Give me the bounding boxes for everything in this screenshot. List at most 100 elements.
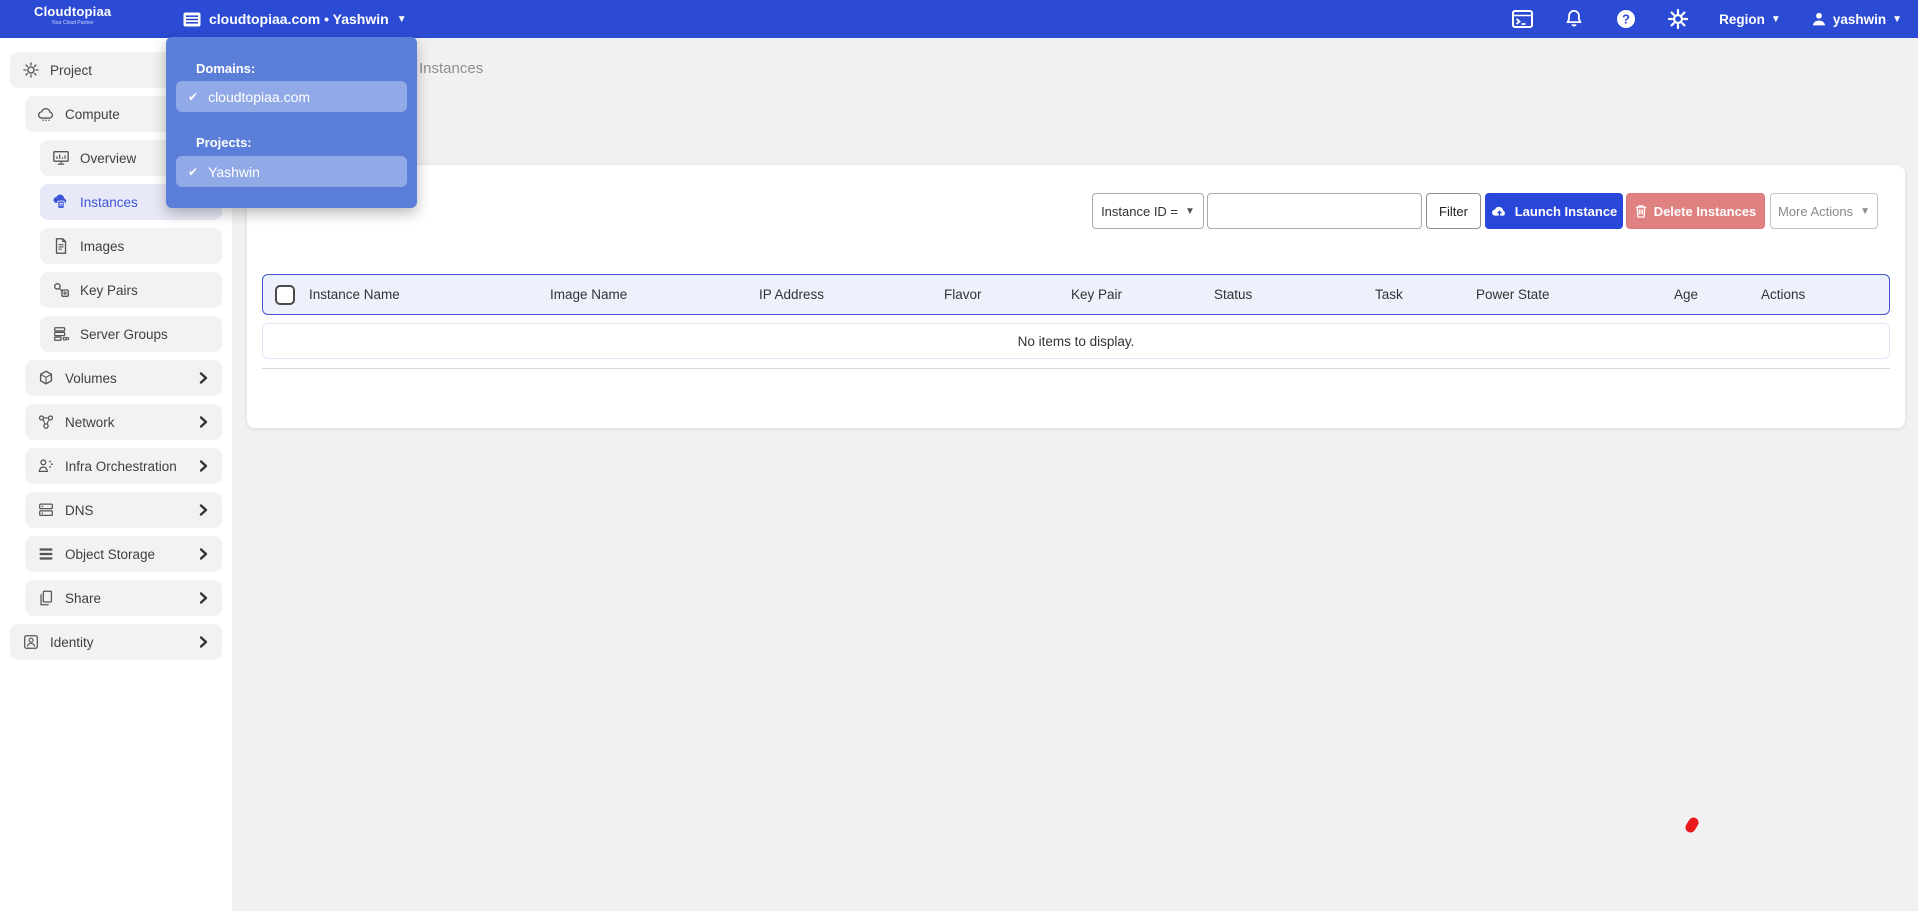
project-option-yashwin[interactable]: ✔ Yashwin xyxy=(176,156,407,187)
cloud-upload-icon xyxy=(1491,204,1508,218)
check-icon: ✔ xyxy=(188,90,198,104)
chevron-right-icon xyxy=(197,415,210,429)
chevron-right-icon xyxy=(197,371,210,385)
domain-option-cloudtopiaa[interactable]: ✔ cloudtopiaa.com xyxy=(176,81,407,112)
select-all-checkbox[interactable] xyxy=(275,285,295,305)
sidebar-item-label: Compute xyxy=(65,107,120,122)
trash-icon xyxy=(1635,204,1647,218)
monitor-icon xyxy=(52,149,70,167)
launch-instance-button[interactable]: Launch Instance xyxy=(1485,193,1623,229)
filter-button[interactable]: Filter xyxy=(1426,193,1481,229)
sidebar-item-label: DNS xyxy=(65,503,94,518)
more-actions-button[interactable]: More Actions ▼ xyxy=(1770,193,1878,229)
sidebar-item-label: Infra Orchestration xyxy=(65,459,177,474)
delete-button-label: Delete Instances xyxy=(1654,204,1757,219)
sidebar-item-share[interactable]: Share xyxy=(25,580,222,616)
sidebar-item-object-storage[interactable]: Object Storage xyxy=(25,536,222,572)
table-footer-divider xyxy=(262,368,1890,369)
column-header: Flavor xyxy=(944,275,982,314)
page-title: Instances xyxy=(419,60,483,77)
sidebar-item-label: Volumes xyxy=(65,371,117,386)
sidebar-item-label: Overview xyxy=(80,151,136,166)
sidebar-item-label: Key Pairs xyxy=(80,283,138,298)
list-icon xyxy=(37,545,55,563)
help-icon[interactable]: ? xyxy=(1615,8,1637,30)
column-header: Age xyxy=(1674,275,1698,314)
sidebar-item-dns[interactable]: DNS xyxy=(25,492,222,528)
chevron-down-icon: ▼ xyxy=(1185,207,1195,217)
region-dropdown[interactable]: Region ▼ xyxy=(1719,12,1781,27)
top-navbar: Cloudtopiaa Your Cloud Partner cloudtopi… xyxy=(0,0,1918,38)
column-header: Image Name xyxy=(550,275,627,314)
stack-icon xyxy=(37,501,55,519)
user-label: yashwin xyxy=(1833,12,1886,27)
chevron-right-icon xyxy=(197,459,210,473)
sidebar-item-label: Images xyxy=(80,239,124,254)
filter-field-select[interactable]: Instance ID = ▼ xyxy=(1092,193,1204,229)
network-icon xyxy=(37,413,55,431)
sidebar-item-label: Network xyxy=(65,415,115,430)
project-option-label: Yashwin xyxy=(208,164,260,180)
column-header: Power State xyxy=(1476,275,1550,314)
person-icon xyxy=(37,457,55,475)
chevron-right-icon xyxy=(197,635,210,649)
launch-button-label: Launch Instance xyxy=(1515,204,1618,219)
cloud-icon xyxy=(37,105,55,123)
region-label: Region xyxy=(1719,12,1765,27)
sidebar-item-label: Server Groups xyxy=(80,327,168,342)
cloud-server-icon xyxy=(52,193,70,211)
sidebar-item-volumes[interactable]: Volumes xyxy=(25,360,222,396)
empty-table-row: No items to display. xyxy=(262,323,1890,359)
red-cursor-artifact xyxy=(1684,816,1701,835)
bell-icon[interactable] xyxy=(1563,8,1585,30)
sidebar-item-images[interactable]: Images xyxy=(40,228,222,264)
filter-field-label: Instance ID = xyxy=(1101,204,1178,219)
column-header: IP Address xyxy=(759,275,824,314)
filter-search-input[interactable] xyxy=(1207,193,1422,229)
domain-project-switcher[interactable]: cloudtopiaa.com • Yashwin ▼ xyxy=(183,0,407,38)
chevron-down-icon: ▼ xyxy=(1860,207,1870,217)
context-label: cloudtopiaa.com • Yashwin xyxy=(209,11,389,27)
sidebar-item-label: Instances xyxy=(80,195,138,210)
list-icon xyxy=(183,12,201,27)
chevron-right-icon xyxy=(197,503,210,517)
delete-instances-button[interactable]: Delete Instances xyxy=(1626,193,1765,229)
key-icon xyxy=(52,281,70,299)
sidebar-item-infra-orchestration[interactable]: Infra Orchestration xyxy=(25,448,222,484)
domain-project-dropdown: Domains: ✔ cloudtopiaa.com Projects: ✔ Y… xyxy=(166,37,417,208)
sidebar-item-label: Share xyxy=(65,591,101,606)
main-content: Instances Instance ID = ▼ Filter Launch … xyxy=(232,38,1918,911)
chevron-right-icon xyxy=(197,591,210,605)
cube-icon xyxy=(37,369,55,387)
column-header: Key Pair xyxy=(1071,275,1122,314)
svg-text:?: ? xyxy=(1622,12,1630,27)
table-header-row: Instance Name Image Name IP Address Flav… xyxy=(262,274,1890,315)
sidebar-item-key-pairs[interactable]: Key Pairs xyxy=(40,272,222,308)
app-logo: Cloudtopiaa Your Cloud Partner xyxy=(34,4,111,26)
sidebar-item-label: Object Storage xyxy=(65,547,155,562)
chevron-down-icon: ▼ xyxy=(1892,15,1902,25)
servers-icon xyxy=(52,325,70,343)
logo-tagline: Your Cloud Partner xyxy=(51,20,93,26)
gear-icon xyxy=(22,61,40,79)
gear-icon[interactable] xyxy=(1667,8,1689,30)
filter-button-label: Filter xyxy=(1439,204,1468,219)
sidebar-item-identity[interactable]: Identity xyxy=(10,624,222,660)
check-icon: ✔ xyxy=(188,165,198,179)
chevron-down-icon: ▼ xyxy=(1771,15,1781,25)
column-header: Instance Name xyxy=(309,275,400,314)
logo-title: Cloudtopiaa xyxy=(34,4,111,19)
column-header: Status xyxy=(1214,275,1252,314)
terminal-icon[interactable] xyxy=(1511,8,1533,30)
sidebar-item-label: Project xyxy=(50,63,92,78)
copy-icon xyxy=(37,589,55,607)
sidebar-item-network[interactable]: Network xyxy=(25,404,222,440)
file-icon xyxy=(52,237,70,255)
chevron-right-icon xyxy=(197,547,210,561)
more-actions-label: More Actions xyxy=(1778,204,1853,219)
instances-panel: Instance ID = ▼ Filter Launch Instance D… xyxy=(247,165,1905,428)
sidebar-item-label: Identity xyxy=(50,635,94,650)
sidebar-item-server-groups[interactable]: Server Groups xyxy=(40,316,222,352)
domains-label: Domains: xyxy=(196,61,255,76)
user-menu[interactable]: yashwin ▼ xyxy=(1811,11,1902,27)
